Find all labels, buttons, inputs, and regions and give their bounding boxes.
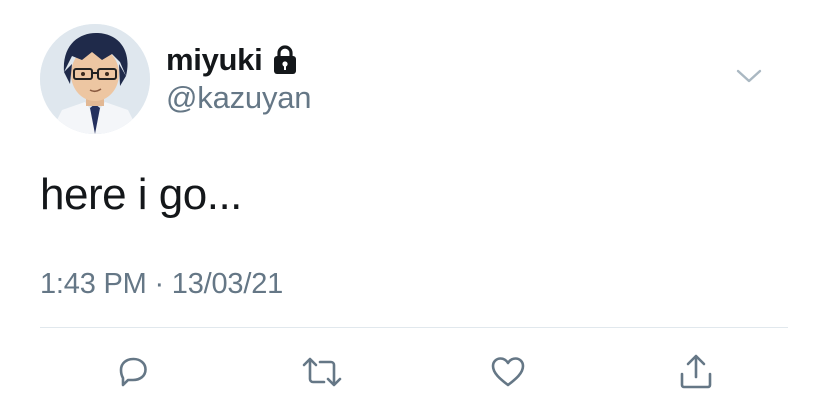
display-name[interactable]: miyuki bbox=[166, 42, 263, 78]
heart-icon bbox=[491, 357, 525, 387]
tweet-text: here i go... bbox=[40, 170, 242, 219]
share-button[interactable] bbox=[674, 350, 718, 394]
chevron-down-icon[interactable] bbox=[736, 66, 762, 86]
share-icon bbox=[680, 354, 712, 389]
handle[interactable]: @kazuyan bbox=[166, 80, 312, 116]
timestamp[interactable]: 1:43 PM · 13/03/21 bbox=[40, 268, 283, 301]
display-name-row: miyuki bbox=[166, 40, 298, 80]
reply-button[interactable] bbox=[111, 350, 155, 394]
retweet-icon bbox=[302, 357, 342, 387]
like-button[interactable] bbox=[486, 350, 530, 394]
divider bbox=[40, 327, 788, 328]
retweet-button[interactable] bbox=[300, 350, 344, 394]
avatar-image bbox=[40, 24, 150, 134]
lock-icon bbox=[272, 44, 298, 76]
avatar[interactable] bbox=[40, 24, 150, 134]
tweet-card: miyuki @kazuyan here i go... 1:43 PM · 1… bbox=[0, 0, 828, 417]
reply-icon bbox=[119, 357, 147, 387]
